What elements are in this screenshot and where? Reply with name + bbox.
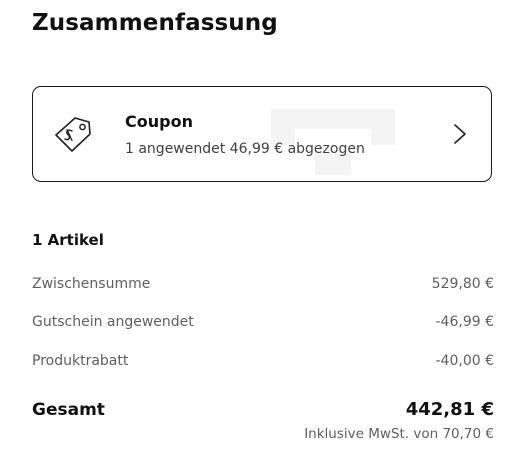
product-discount-value: -40,00 € [435,353,495,369]
subtotal-label: Zwischensumme [32,276,151,292]
subtotal-value: 529,80 € [431,276,494,292]
coupon-discount-row: Gutschein angewendet -46,99 € [32,314,494,334]
product-discount-row: Produktrabatt -40,00 € [32,353,494,373]
coupon-title: Coupon [125,112,193,131]
items-count-heading: 1 Artikel [32,231,104,249]
page-title: Zusammenfassung [32,10,278,36]
coupon-card[interactable]: Coupon 1 angewendet 46,99 € abgezogen [32,86,492,182]
total-label: Gesamt [32,400,105,420]
tag-icon [55,117,91,152]
coupon-subtitle: 1 angewendet 46,99 € abgezogen [125,141,365,157]
chevron-right-icon [454,124,466,144]
product-discount-label: Produktrabatt [32,353,129,369]
vat-note: Inklusive MwSt. von 70,70 € [304,426,494,442]
coupon-discount-label: Gutschein angewendet [32,314,194,330]
coupon-discount-value: -46,99 € [435,314,495,330]
subtotal-row: Zwischensumme 529,80 € [32,276,494,296]
total-value: 442,81 € [405,399,494,420]
watermark-logo [271,109,395,175]
